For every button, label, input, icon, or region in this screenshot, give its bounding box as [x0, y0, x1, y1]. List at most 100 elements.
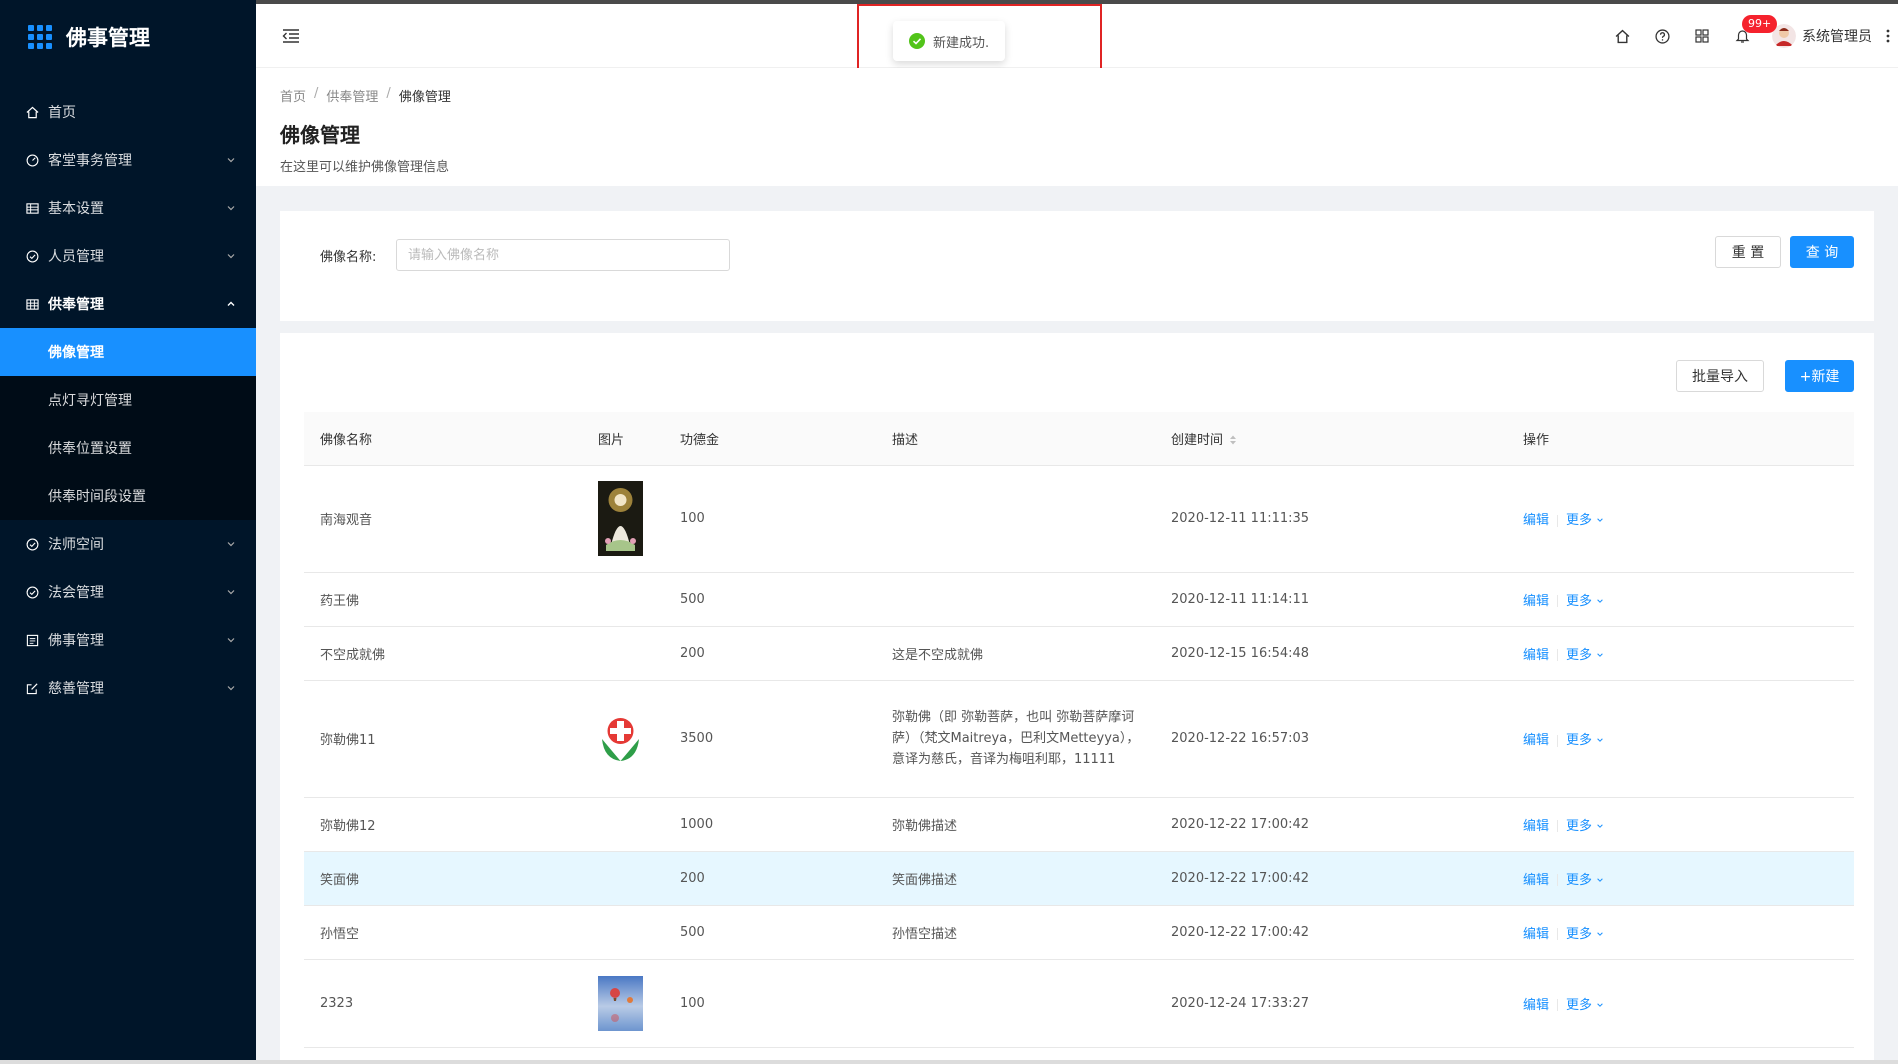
cell-created: 2020-12-11 11:14:11	[1155, 572, 1507, 627]
column-header-created[interactable]: 创建时间	[1155, 412, 1507, 466]
chevron-down-icon	[227, 254, 235, 259]
table-row: 笑面佛 200 笑面佛描述 2020-12-22 17:00:42 编辑 更多	[304, 851, 1854, 906]
sidebar-menu: 首页 客堂事务管理 基本设置 人员管理 供奉管理 佛像管理 点灯寻灯管理 供奉位…	[0, 88, 256, 712]
sort-icon[interactable]	[1229, 434, 1237, 446]
chevron-down-icon	[227, 590, 235, 595]
breadcrumb-item-offering[interactable]: 供奉管理	[326, 86, 378, 105]
sidebar-item-charity[interactable]: 慈善管理	[0, 664, 256, 712]
sidebar-item-personnel[interactable]: 人员管理	[0, 232, 256, 280]
action-divider	[1557, 928, 1559, 940]
sidebar-item-label: 佛像管理	[48, 345, 104, 361]
query-button[interactable]: 查 询	[1790, 236, 1854, 268]
sidebar-item-offering-location[interactable]: 供奉位置设置	[0, 424, 256, 472]
sidebar-item-label: 人员管理	[48, 249, 104, 265]
sidebar-item-buddha-statues[interactable]: 佛像管理	[0, 328, 256, 376]
cell-actions: 编辑 更多	[1507, 959, 1854, 1048]
cell-created: 2020-12-22 17:00:42	[1155, 905, 1507, 960]
table-icon	[24, 200, 40, 216]
dashboard-icon	[24, 152, 40, 168]
page-header: 首页 / 供奉管理 / 佛像管理 佛像管理 在这里可以维护佛像管理信息	[256, 68, 1898, 186]
horizontal-scrollbar[interactable]	[0, 1060, 1898, 1064]
reset-button[interactable]: 重 置	[1715, 236, 1781, 268]
table-row: 南海观音 100 2020-12-11 11:11:35 编辑 更多	[304, 465, 1854, 573]
table-icon	[24, 296, 40, 312]
cell-actions: 编辑 更多	[1507, 905, 1854, 960]
page-title: 佛像管理	[280, 123, 360, 147]
table-row: 药王佛 500 2020-12-11 11:14:11 编辑 更多	[304, 572, 1854, 627]
cell-created: 2020-12-22 16:57:03	[1155, 680, 1507, 798]
sidebar-item-offering[interactable]: 供奉管理	[0, 280, 256, 328]
sidebar-item-label: 首页	[48, 105, 76, 121]
edit-link[interactable]: 编辑	[1523, 819, 1549, 834]
cell-name: 南海观音	[304, 465, 582, 573]
more-label: 更多	[1566, 593, 1593, 609]
action-divider	[1557, 999, 1559, 1011]
more-label: 更多	[1566, 872, 1593, 888]
table-row: 弥勒佛12 1000 弥勒佛描述 2020-12-22 17:00:42 编辑 更…	[304, 797, 1854, 852]
more-dropdown[interactable]: 更多	[1566, 733, 1604, 748]
batch-import-button[interactable]: 批量导入	[1676, 360, 1764, 392]
sidebar-item-dharma-assembly[interactable]: 法会管理	[0, 568, 256, 616]
edit-link[interactable]: 编辑	[1523, 733, 1549, 748]
cell-created: 2020-12-11 11:11:35	[1155, 465, 1507, 573]
new-button[interactable]: +新建	[1785, 360, 1854, 392]
sidebar-item-guest-affairs[interactable]: 客堂事务管理	[0, 136, 256, 184]
sidebar-item-buddhist-affairs[interactable]: 佛事管理	[0, 616, 256, 664]
chevron-down-icon	[227, 158, 235, 163]
edit-link[interactable]: 编辑	[1523, 594, 1549, 609]
more-dropdown[interactable]: 更多	[1566, 873, 1604, 888]
menu-fold-icon	[282, 28, 299, 43]
cell-image	[582, 797, 664, 852]
more-dropdown[interactable]: 更多	[1566, 513, 1604, 528]
more-label: 更多	[1566, 818, 1593, 834]
statue-name-input[interactable]	[396, 239, 730, 271]
help-button[interactable]	[1642, 4, 1682, 68]
cell-amount: 500	[664, 905, 876, 960]
cell-name: 药王佛	[304, 572, 582, 627]
column-header-name: 佛像名称	[304, 412, 582, 466]
cell-description: 弥勒佛描述	[876, 797, 1155, 852]
guanyin-image[interactable]	[598, 481, 643, 556]
sidebar-item-home[interactable]: 首页	[0, 88, 256, 136]
sidebar-item-basic-settings[interactable]: 基本设置	[0, 184, 256, 232]
menu-fold-button[interactable]	[280, 25, 302, 47]
breadcrumb-item-home[interactable]: 首页	[280, 86, 306, 105]
sidebar-item-master-space[interactable]: 法师空间	[0, 520, 256, 568]
more-menu-button[interactable]	[1878, 4, 1898, 68]
cell-actions: 编辑 更多	[1507, 797, 1854, 852]
edit-link[interactable]: 编辑	[1523, 927, 1549, 942]
edit-link[interactable]: 编辑	[1523, 873, 1549, 888]
table-card: 批量导入 +新建 佛像名称 图片 功德金 描述 创建时间 操作 南海观音 100	[280, 333, 1874, 1064]
edit-link[interactable]: 编辑	[1523, 998, 1549, 1013]
more-dropdown[interactable]: 更多	[1566, 998, 1604, 1013]
more-dropdown[interactable]: 更多	[1566, 594, 1604, 609]
red-cross-logo-image[interactable]	[598, 711, 643, 766]
apps-grid-icon	[28, 25, 52, 49]
notification-button[interactable]: 99+	[1722, 4, 1778, 68]
sidebar-item-label: 供奉时间段设置	[48, 489, 146, 505]
column-header-image: 图片	[582, 412, 664, 466]
apps-button[interactable]	[1682, 4, 1722, 68]
edit-link[interactable]: 编辑	[1523, 648, 1549, 663]
sidebar-item-offering-time[interactable]: 供奉时间段设置	[0, 472, 256, 520]
sidebar-item-label: 佛事管理	[48, 633, 104, 649]
edit-link[interactable]: 编辑	[1523, 513, 1549, 528]
cell-name: 2323	[304, 959, 582, 1048]
home-button[interactable]	[1602, 4, 1642, 68]
more-dropdown[interactable]: 更多	[1566, 648, 1604, 663]
more-label: 更多	[1566, 513, 1593, 528]
cell-description: 这是不空成就佛	[876, 626, 1155, 681]
username[interactable]: 系统管理员	[1802, 26, 1872, 46]
app-logo[interactable]: 佛事管理	[0, 0, 256, 74]
check-circle-icon	[24, 248, 40, 264]
sidebar-item-lamp-management[interactable]: 点灯寻灯管理	[0, 376, 256, 424]
cell-image	[582, 959, 664, 1048]
more-dropdown[interactable]: 更多	[1566, 819, 1604, 834]
cell-image	[582, 626, 664, 681]
balloon-sky-image[interactable]	[598, 975, 643, 1031]
more-dropdown[interactable]: 更多	[1566, 927, 1604, 942]
action-divider	[1557, 734, 1559, 747]
sidebar: 佛事管理 首页 客堂事务管理 基本设置 人员管理 供奉管理 佛像管理 点灯寻灯管…	[0, 0, 256, 1064]
sidebar-item-label: 客堂事务管理	[48, 153, 132, 169]
search-card: 佛像名称: 重 置 查 询	[280, 211, 1874, 321]
